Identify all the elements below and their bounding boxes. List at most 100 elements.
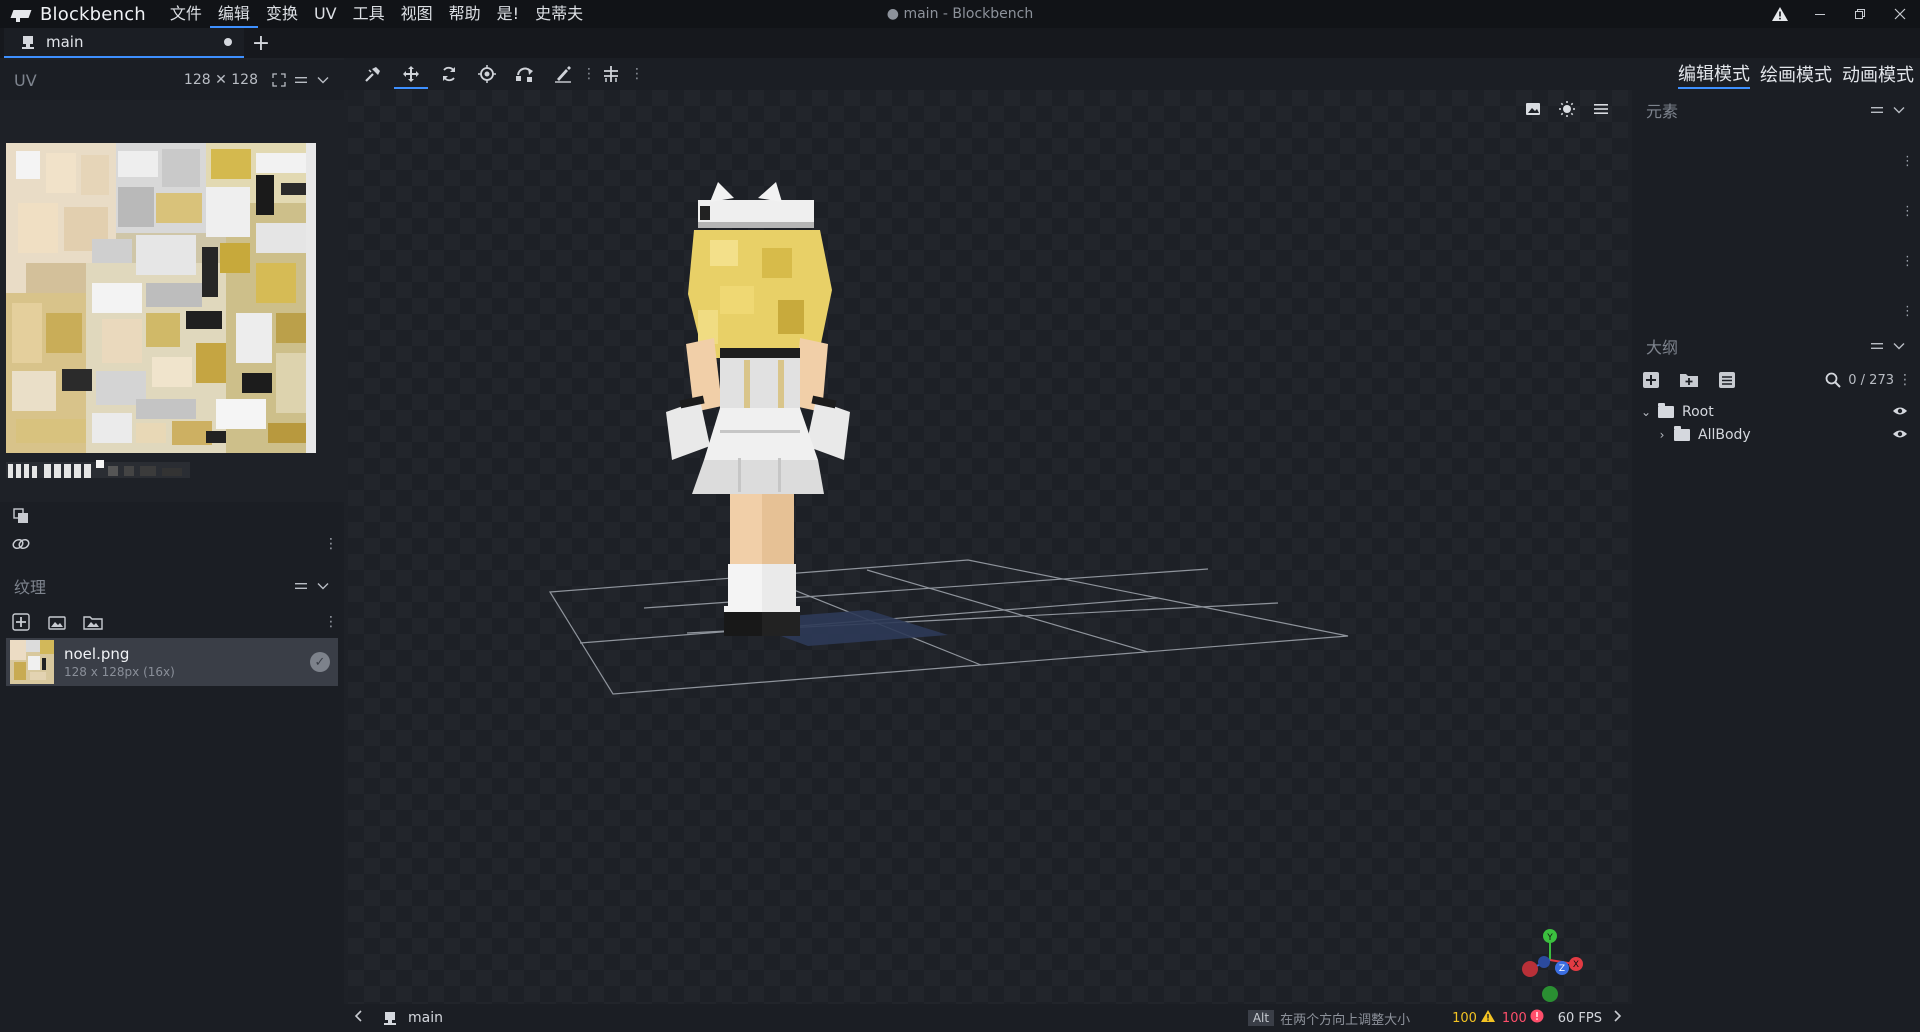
elements-panel-header: 元素 xyxy=(1632,90,1920,130)
axis-gizmo: Y X Z xyxy=(1522,929,1583,1002)
panel-menu-icon[interactable] xyxy=(1866,99,1888,121)
visibility-eye-icon[interactable] xyxy=(1892,405,1908,420)
panel-menu-icon[interactable] xyxy=(1866,335,1888,357)
vertex-snap-tool-icon[interactable] xyxy=(506,59,544,89)
mode-edit[interactable]: 编辑模式 xyxy=(1678,60,1750,89)
tab-bar: main + xyxy=(0,28,1920,58)
import-texture-icon[interactable] xyxy=(46,611,68,633)
panel-menu-icon[interactable] xyxy=(290,69,312,91)
element-more-icon[interactable]: ⋮ xyxy=(1901,204,1914,219)
outliner-more-icon[interactable]: ⋮ xyxy=(1898,373,1912,387)
chevron-right-icon[interactable] xyxy=(1612,1010,1632,1026)
model-scene[interactable]: Y X Z xyxy=(348,90,1628,1004)
texture-thumbnail xyxy=(10,640,54,684)
3d-viewport[interactable]: Y X Z xyxy=(348,90,1628,1004)
menu-transform[interactable]: 变换 xyxy=(258,0,306,28)
left-sidebar: UV 128 ✕ 128 ⋮ 纹理 ⋮ noel.png 128 x 128px… xyxy=(0,60,344,1032)
status-file-name: main xyxy=(408,1010,443,1026)
pivot-tool-icon[interactable] xyxy=(468,59,506,89)
link-icon[interactable] xyxy=(10,533,32,555)
mode-animate[interactable]: 动画模式 xyxy=(1842,61,1914,88)
chevron-down-icon[interactable] xyxy=(1888,335,1910,357)
element-more-icon[interactable]: ⋮ xyxy=(1901,154,1914,169)
search-icon[interactable] xyxy=(1822,369,1844,391)
visibility-eye-icon[interactable] xyxy=(1892,428,1908,443)
uv-resolution: 128 ✕ 128 xyxy=(183,72,258,88)
brightness-icon[interactable] xyxy=(1550,98,1584,120)
viewport-controls xyxy=(1516,98,1618,120)
warning-icon[interactable] xyxy=(1760,0,1800,28)
element-more-icon[interactable]: ⋮ xyxy=(1901,304,1914,319)
restore-button[interactable] xyxy=(1840,0,1880,28)
minimize-button[interactable] xyxy=(1800,0,1840,28)
menu-view[interactable]: 视图 xyxy=(393,0,441,28)
fullscreen-icon[interactable] xyxy=(268,69,290,91)
uv-panel-header: UV 128 ✕ 128 xyxy=(0,60,344,100)
uv-editor[interactable] xyxy=(0,100,344,502)
outliner-toolbar: 0 / 273 ⋮ xyxy=(1632,366,1920,394)
menu-edit[interactable]: 编辑 xyxy=(209,0,258,28)
add-cube-icon[interactable] xyxy=(1640,369,1662,391)
uv-panel-title: UV xyxy=(14,70,37,90)
uv-texture-map[interactable] xyxy=(6,143,316,453)
brush-tool-icon[interactable] xyxy=(544,59,582,89)
unsaved-indicator[interactable] xyxy=(224,38,232,46)
move-tool-icon[interactable] xyxy=(392,59,430,89)
menu-uv[interactable]: UV xyxy=(306,0,345,28)
title-bar: Blockbench 文件 编辑 变换 UV 工具 视图 帮助 是! 史蒂夫 ●… xyxy=(0,0,1920,28)
mirror-modeling-icon[interactable] xyxy=(592,59,630,89)
outliner-count: 0 / 273 xyxy=(1848,372,1894,388)
outliner-node-label: AllBody xyxy=(1698,427,1751,443)
transform-tool-icon[interactable] xyxy=(354,59,392,89)
menu-tools[interactable]: 工具 xyxy=(345,0,393,28)
textures-more-icon[interactable]: ⋮ xyxy=(324,615,338,629)
chevron-down-icon[interactable] xyxy=(312,69,334,91)
texture-folder-icon[interactable] xyxy=(82,611,104,633)
menu-file[interactable]: 文件 xyxy=(162,0,210,28)
main-toolbar: ⋮ ⋮ xyxy=(344,58,1632,90)
rotate-tool-icon[interactable] xyxy=(430,59,468,89)
screenshot-icon[interactable] xyxy=(1516,98,1550,120)
chevron-right-icon[interactable]: › xyxy=(1654,428,1670,442)
window-controls xyxy=(1760,0,1920,28)
add-texture-icon[interactable] xyxy=(10,611,32,633)
close-button[interactable] xyxy=(1880,0,1920,28)
uv-more-icon[interactable]: ⋮ xyxy=(324,537,338,551)
viewport-menu-icon[interactable] xyxy=(1584,98,1618,120)
toolbar-more-icon[interactable]: ⋮ xyxy=(582,66,596,82)
status-bar: main Alt 在两个方向上调整大小 100 100 60 FPS xyxy=(344,1004,1632,1032)
add-group-icon[interactable] xyxy=(1678,369,1700,391)
outliner-node-label: Root xyxy=(1682,404,1714,420)
model-icon xyxy=(384,1012,396,1025)
folder-icon xyxy=(1674,426,1690,441)
element-more-icon[interactable]: ⋮ xyxy=(1901,254,1914,269)
warning-triangle-icon[interactable] xyxy=(1480,1009,1496,1027)
menu-bar: 文件 编辑 变换 UV 工具 视图 帮助 是! 史蒂夫 xyxy=(162,0,591,28)
chevron-down-icon[interactable] xyxy=(312,575,334,597)
fps-counter: 60 FPS xyxy=(1557,1010,1602,1026)
app-logo[interactable]: Blockbench xyxy=(12,4,146,25)
chevron-down-icon[interactable]: ⌄ xyxy=(1638,405,1654,419)
menu-plugin-steve[interactable]: 史蒂夫 xyxy=(527,0,591,28)
menu-plugin-yes[interactable]: 是! xyxy=(489,0,527,28)
collapse-all-icon[interactable] xyxy=(1716,369,1738,391)
uv-texture-strip xyxy=(6,460,190,478)
floor-grid xyxy=(548,559,1349,695)
uv-tools: ⋮ xyxy=(0,502,344,566)
chevron-left-icon[interactable] xyxy=(354,1010,378,1026)
toolbar-more-icon-2[interactable]: ⋮ xyxy=(630,66,644,82)
blockbench-logo-icon xyxy=(12,6,34,22)
menu-help[interactable]: 帮助 xyxy=(441,0,489,28)
texture-selected-check-icon[interactable]: ✓ xyxy=(310,652,330,672)
error-circle-icon[interactable] xyxy=(1530,1009,1544,1027)
chevron-down-icon[interactable] xyxy=(1888,99,1910,121)
new-tab-button[interactable]: + xyxy=(244,28,278,58)
texture-list-item[interactable]: noel.png 128 x 128px (16x) ✓ xyxy=(6,638,338,686)
outliner-title: 大纲 xyxy=(1646,338,1679,357)
mode-paint[interactable]: 绘画模式 xyxy=(1760,61,1832,88)
outliner-node-root[interactable]: ⌄ Root xyxy=(1632,400,1920,424)
panel-menu-icon[interactable] xyxy=(290,575,312,597)
outliner-node-allbody[interactable]: › AllBody xyxy=(1632,423,1920,447)
copy-icon[interactable] xyxy=(10,505,32,527)
tab-main[interactable]: main xyxy=(4,28,244,58)
